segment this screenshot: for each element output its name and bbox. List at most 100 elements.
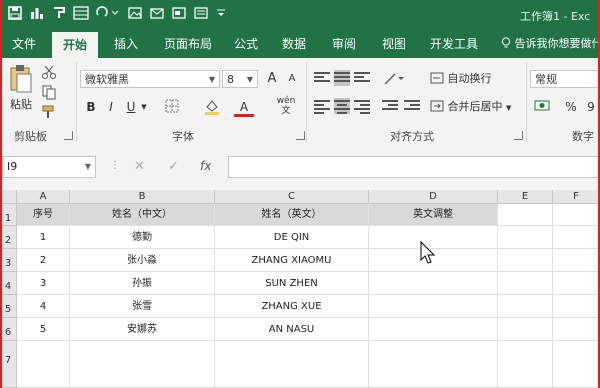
cell[interactable] [553, 204, 600, 226]
tab-data[interactable]: 数据 [276, 30, 312, 58]
cut-icon[interactable] [40, 64, 58, 82]
tab-file[interactable]: 文件 [6, 30, 42, 58]
paste-button[interactable]: 粘贴 [6, 96, 36, 114]
merge-center-button[interactable]: 合并后居中 ▼ [430, 98, 522, 116]
enter-icon[interactable]: ✓ [168, 159, 182, 174]
cell[interactable] [553, 249, 600, 272]
table-cell[interactable]: 孙振 [70, 272, 215, 295]
number-format-dropdown[interactable]: 常规 [530, 70, 600, 88]
column-header-b[interactable]: B [70, 190, 215, 204]
table-cell[interactable]: 张雪 [70, 295, 215, 318]
font-launcher-icon[interactable] [296, 131, 305, 140]
row-header-1[interactable]: 1 [0, 204, 17, 226]
cell[interactable] [553, 341, 600, 388]
table-cell[interactable]: 张小淼 [70, 249, 215, 272]
align-bottom-icon[interactable] [354, 70, 370, 86]
cell[interactable] [498, 226, 553, 249]
align-center-icon[interactable] [334, 98, 350, 114]
table-cell[interactable]: 德勤 [70, 226, 215, 249]
cell[interactable] [215, 341, 369, 388]
align-left-icon[interactable] [314, 98, 330, 114]
table-cell[interactable]: 安娜苏 [70, 318, 215, 341]
row-header-3[interactable]: 3 [0, 249, 17, 272]
cell[interactable] [498, 295, 553, 318]
tab-review[interactable]: 审阅 [326, 30, 362, 58]
table-cell[interactable]: 5 [17, 318, 70, 341]
table-cell[interactable] [369, 318, 498, 341]
cell[interactable] [553, 272, 600, 295]
cell[interactable] [70, 341, 215, 388]
font-name-dropdown[interactable]: 微软雅黑 ▼ [80, 70, 220, 88]
tell-me-box[interactable]: 告诉我你想要做什 [501, 30, 600, 58]
cell[interactable] [498, 341, 553, 388]
row-header-2[interactable]: 2 [0, 226, 17, 249]
table-cell[interactable] [369, 272, 498, 295]
cell[interactable] [369, 341, 498, 388]
format-painter-icon[interactable] [40, 104, 58, 122]
percent-button[interactable]: % [564, 98, 578, 116]
mail-icon[interactable] [148, 6, 166, 24]
increase-indent-icon[interactable] [404, 98, 420, 114]
wrap-text-button[interactable]: 自动换行 [430, 70, 510, 88]
decrease-indent-icon[interactable] [382, 98, 398, 114]
grow-font-button[interactable]: A [264, 70, 280, 88]
more-icon[interactable]: ⋮ [110, 160, 120, 174]
header-cell-name-cn[interactable]: 姓名（中文） [70, 204, 215, 226]
cell[interactable] [498, 318, 553, 341]
save-icon[interactable] [6, 6, 24, 24]
accounting-format-icon[interactable] [532, 98, 554, 116]
table-cell[interactable]: 2 [17, 249, 70, 272]
header-cell-en-adjust[interactable]: 英文调整 [369, 204, 498, 226]
redo-icon[interactable] [94, 6, 120, 24]
align-right-icon[interactable] [354, 98, 370, 114]
table-cell[interactable]: ZHANG XUE [215, 295, 369, 318]
table-cell[interactable]: 1 [17, 226, 70, 249]
bold-button[interactable]: B [84, 98, 98, 116]
cell[interactable] [553, 318, 600, 341]
formula-input[interactable] [228, 156, 600, 178]
comma-style-button[interactable]: 9 [584, 98, 598, 116]
cell[interactable] [553, 295, 600, 318]
table-cell[interactable]: ZHANG XIAOMU [215, 249, 369, 272]
select-all-corner[interactable] [0, 190, 17, 204]
table-cell[interactable] [369, 295, 498, 318]
name-box[interactable]: I9 ▼ [2, 156, 96, 178]
cell[interactable] [498, 272, 553, 295]
borders-icon[interactable] [160, 98, 184, 116]
cell[interactable] [17, 341, 70, 388]
tab-page-layout[interactable]: 页面布局 [158, 30, 218, 58]
chevron-down-icon[interactable]: ▼ [140, 98, 148, 116]
fill-color-icon[interactable] [200, 98, 224, 116]
row-header-4[interactable]: 4 [0, 272, 17, 295]
align-top-icon[interactable] [314, 70, 330, 86]
column-header-e[interactable]: E [498, 190, 553, 204]
table-cell[interactable]: AN NASU [215, 318, 369, 341]
copy-icon[interactable] [40, 84, 58, 102]
insert-function-icon[interactable]: fx [200, 159, 218, 173]
row-header-7[interactable]: 7 [0, 341, 17, 388]
shrink-font-button[interactable]: A [284, 70, 300, 88]
tab-view[interactable]: 视图 [376, 30, 412, 58]
row-header-5[interactable]: 5 [0, 295, 17, 318]
column-header-c[interactable]: C [215, 190, 369, 204]
clipboard-launcher-icon[interactable] [64, 131, 73, 140]
header-cell-index[interactable]: 序号 [17, 204, 70, 226]
print-icon[interactable] [170, 6, 188, 24]
italic-button[interactable]: I [104, 98, 118, 116]
paste-icon[interactable] [8, 64, 34, 96]
alignment-launcher-icon[interactable] [514, 131, 523, 140]
orientation-icon[interactable] [382, 70, 406, 88]
cell[interactable] [553, 226, 600, 249]
column-header-d[interactable]: D [369, 190, 498, 204]
column-header-a[interactable]: A [17, 190, 70, 204]
tab-developer[interactable]: 开发工具 [424, 30, 484, 58]
cancel-icon[interactable]: ✕ [134, 159, 148, 174]
chart-icon[interactable] [28, 6, 46, 24]
preview-icon[interactable] [192, 6, 210, 24]
underline-button[interactable]: U [124, 98, 138, 116]
cell[interactable] [498, 204, 553, 226]
form-icon[interactable] [72, 6, 90, 24]
font-color-button[interactable]: A [234, 98, 254, 117]
table-cell[interactable]: 4 [17, 295, 70, 318]
image-icon[interactable] [126, 6, 144, 24]
